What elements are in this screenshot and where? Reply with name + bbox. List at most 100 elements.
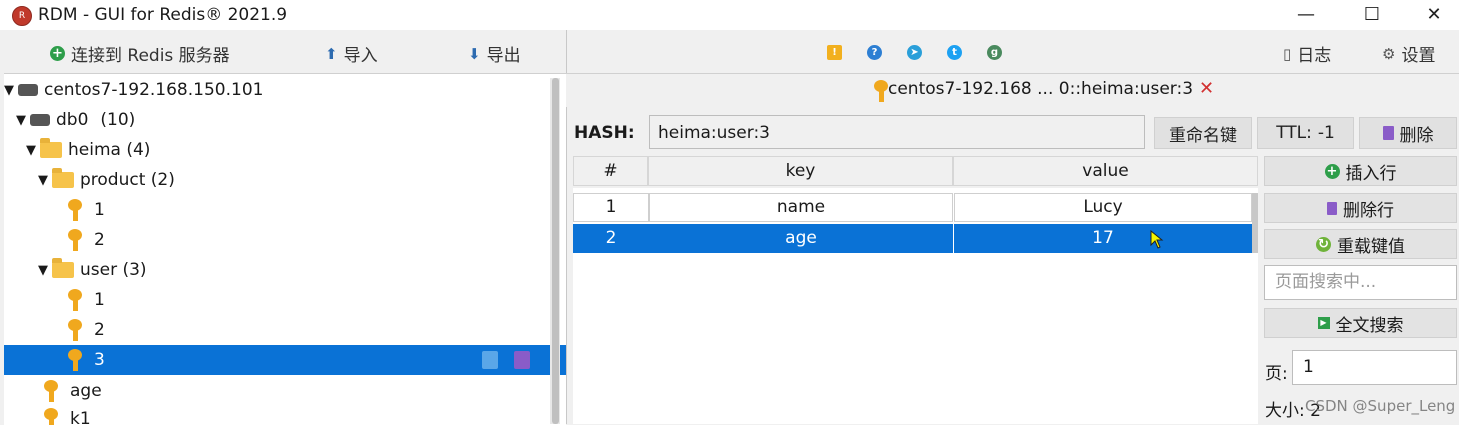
tree-key-row[interactable]: 1 <box>4 195 566 225</box>
column-header-index[interactable]: # <box>573 156 648 186</box>
tree-folder-user[interactable]: ▼ user (3) <box>4 255 566 285</box>
db-count: (10) <box>100 110 136 130</box>
key-label: 1 <box>94 290 105 310</box>
database-icon <box>30 114 50 126</box>
folder-label: user (3) <box>80 260 147 280</box>
settings-button[interactable]: ⚙ 设置 <box>1382 41 1436 67</box>
github-icon[interactable]: g <box>987 45 1002 60</box>
caret-down-icon[interactable]: ▼ <box>16 113 30 128</box>
tree-key-row[interactable]: 2 <box>4 315 566 345</box>
maximize-button[interactable]: ☐ <box>1352 2 1392 28</box>
tree-db-row[interactable]: ▼ db0 (10) <box>4 105 566 135</box>
connect-label: 连接到 Redis 服务器 <box>71 46 230 66</box>
tree-key-row[interactable]: k1 <box>4 404 566 425</box>
folder-label: product (2) <box>80 170 175 190</box>
key-icon <box>42 380 64 402</box>
tab-key-hash[interactable]: centos7-192.168 ... 0::heima:user:3 ✕ <box>872 78 1214 102</box>
key-label: 3 <box>94 350 105 370</box>
page-label: 页: <box>1265 364 1288 384</box>
copy-key-icon[interactable] <box>482 351 498 369</box>
table-row-value-selected[interactable]: 17 <box>954 224 1252 253</box>
help-icon[interactable]: ? <box>867 45 882 60</box>
key-label: 2 <box>94 320 105 340</box>
plus-circle-icon: + <box>1324 163 1340 179</box>
db-label: db0 <box>56 110 89 130</box>
rdm-logo-icon: R <box>12 6 32 26</box>
fulltext-search-button[interactable]: ▶ 全文搜索 <box>1264 308 1457 338</box>
mouse-cursor-icon <box>1150 230 1164 249</box>
folder-icon <box>52 168 74 188</box>
insert-row-label: 插入行 <box>1345 163 1397 184</box>
tree-folder-heima[interactable]: ▼ heima (4) <box>4 135 566 165</box>
connect-button[interactable]: + 连接到 Redis 服务器 <box>50 41 230 66</box>
toolbar-right: ! ? ➤ t g ▯ 日志 ⚙ 设置 <box>566 33 1459 73</box>
grid-scrollbar[interactable] <box>1252 193 1258 253</box>
reload-value-label: 重载键值 <box>1337 236 1405 257</box>
page-number-input[interactable]: 1 <box>1292 350 1457 385</box>
key-icon <box>66 199 88 221</box>
log-icon: ▯ <box>1283 44 1292 63</box>
key-type-label: HASH: <box>574 123 635 143</box>
delete-row-button[interactable]: 删除行 <box>1264 193 1457 223</box>
tree-key-row[interactable]: age <box>4 376 566 406</box>
ttl-value: -1 <box>1317 123 1335 143</box>
title-bar: R RDM - GUI for Redis® 2021.9 — ☐ ✕ <box>0 0 1459 30</box>
import-icon: ⬆ <box>325 44 338 63</box>
delete-label: 删除 <box>1399 125 1434 146</box>
folder-icon <box>52 258 74 278</box>
key-label: k1 <box>70 409 91 425</box>
rename-key-button[interactable]: 重命名键 <box>1154 117 1252 149</box>
reload-value-button[interactable]: ↻ 重载键值 <box>1264 229 1457 259</box>
toolbar-left: + 连接到 Redis 服务器 ⬆ 导入 ⬇ 导出 <box>0 33 566 73</box>
server-name: centos7-192.168.150.101 <box>44 80 264 100</box>
settings-label: 设置 <box>1401 46 1436 66</box>
tree-key-row[interactable]: 1 <box>4 285 566 315</box>
import-button[interactable]: ⬆ 导入 <box>325 41 378 67</box>
key-label: 1 <box>94 200 105 220</box>
table-row-index[interactable]: 1 <box>573 193 649 222</box>
page-search-input[interactable]: 页面搜索中... <box>1264 265 1457 300</box>
close-button[interactable]: ✕ <box>1414 2 1454 28</box>
key-label: 2 <box>94 230 105 250</box>
delete-key-button[interactable]: 删除 <box>1359 117 1457 149</box>
close-tab-icon[interactable]: ✕ <box>1199 78 1214 99</box>
export-label: 导出 <box>486 46 521 66</box>
export-button[interactable]: ⬇ 导出 <box>468 41 521 67</box>
tree-scrollbar-thumb[interactable] <box>552 78 559 424</box>
caret-down-icon[interactable]: ▼ <box>26 143 40 158</box>
caret-down-icon[interactable]: ▼ <box>38 263 52 278</box>
watermark: CSDN @Super_Leng <box>1305 397 1456 415</box>
play-icon: ▶ <box>1317 317 1330 329</box>
trash-icon[interactable] <box>514 351 530 369</box>
log-label: 日志 <box>1297 46 1332 66</box>
tab-label: centos7-192.168 ... 0::heima:user:3 <box>888 78 1194 99</box>
folder-label: heima (4) <box>68 140 151 160</box>
column-header-key[interactable]: key <box>648 156 953 186</box>
warning-icon[interactable]: ! <box>827 45 842 60</box>
twitter-icon[interactable]: t <box>947 45 962 60</box>
table-row-key[interactable]: name <box>649 193 953 222</box>
trash-icon <box>1382 126 1394 140</box>
minimize-button[interactable]: — <box>1286 2 1326 28</box>
gear-icon: ⚙ <box>1382 44 1396 63</box>
caret-down-icon[interactable]: ▼ <box>38 173 52 188</box>
insert-row-button[interactable]: + 插入行 <box>1264 156 1457 186</box>
table-row-value[interactable]: Lucy <box>954 193 1252 222</box>
tree-key-row-selected[interactable]: 3 <box>4 345 566 375</box>
log-button[interactable]: ▯ 日志 <box>1283 41 1332 67</box>
tree-server-row[interactable]: ▼ centos7-192.168.150.101 <box>4 75 564 105</box>
key-name-field[interactable]: heima:user:3 <box>649 115 1145 149</box>
telegram-icon[interactable]: ➤ <box>907 45 922 60</box>
key-icon <box>66 319 88 341</box>
key-icon <box>42 408 64 425</box>
tree-key-row[interactable]: 2 <box>4 225 566 255</box>
ttl-button[interactable]: TTL: -1 <box>1257 117 1354 149</box>
import-label: 导入 <box>343 46 378 66</box>
reload-icon: ↻ <box>1316 236 1331 252</box>
table-row-key-selected[interactable]: age <box>649 224 953 253</box>
column-header-value[interactable]: value <box>953 156 1258 186</box>
caret-down-icon[interactable]: ▼ <box>4 83 18 98</box>
table-row-index-selected[interactable]: 2 <box>573 224 649 253</box>
plus-circle-icon: + <box>50 46 65 61</box>
tree-folder-product[interactable]: ▼ product (2) <box>4 165 566 195</box>
